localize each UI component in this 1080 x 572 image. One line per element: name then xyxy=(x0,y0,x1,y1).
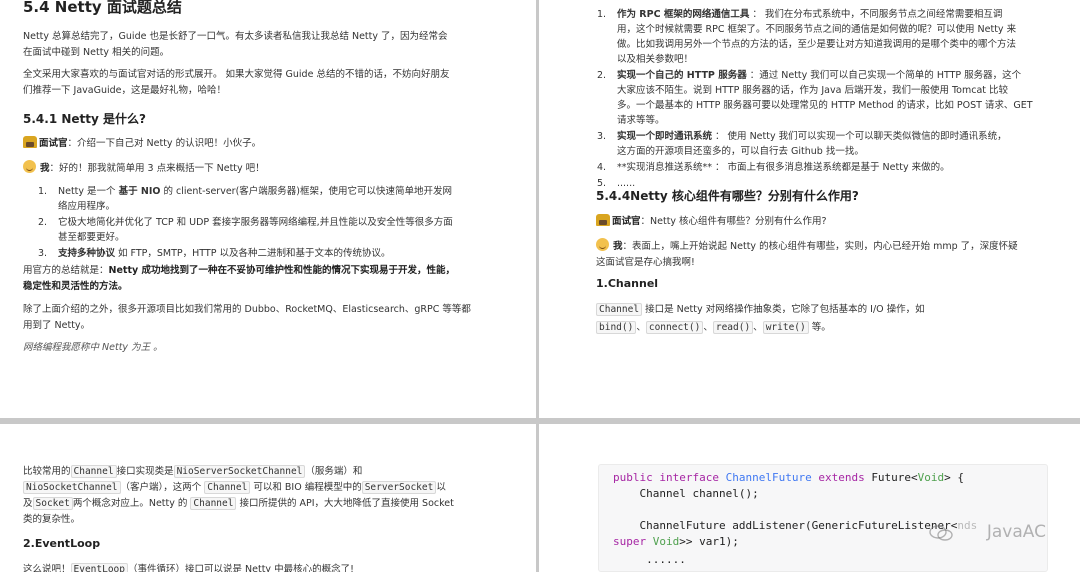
list-item: 2. 实现一个自己的 HTTP 服务器 ：通过 Netty 我们可以自己实现一个… xyxy=(597,70,1033,126)
me-line: 我：好的！那我就简单用 3 点来概括一下 Netty 吧！ xyxy=(23,160,265,177)
wechat-watermark-icon xyxy=(929,525,953,541)
inline-code: Socket xyxy=(32,497,73,510)
watermark-text: JavaAC xyxy=(986,522,1046,542)
interviewer-icon xyxy=(596,214,610,226)
intro-1-line-2: 在面试中碰到 Netty 相关的问题。 xyxy=(23,47,170,58)
inline-code: EventLoop xyxy=(70,563,128,572)
list-item: 1. Netty 是一个 基于 NIO 的 client-server(客户端服… xyxy=(38,186,452,212)
interviewer-line: 面试官：介绍一下自己对 Netty 的认识吧！小伙子。 xyxy=(23,136,261,152)
channel-impl-paragraph: 比较常用的 Channel 接口实现类是 NioServerSocketChannel… xyxy=(23,465,454,525)
page-4: public interface ChannelFuture extends F… xyxy=(539,424,1080,572)
code-line-2: Channel channel(); xyxy=(613,487,759,500)
interviewer-label: 面试官 xyxy=(39,138,68,149)
subsection-eventloop: 2.EventLoop xyxy=(23,537,101,550)
eventloop-paragraph: 这么说吧！ EventLoop （事件循环）接口可以说是 Netty 中最核心的概念… xyxy=(23,562,354,572)
me-text: ：好的！那我就简单用 3 点来概括一下 Netty 吧！ xyxy=(49,163,265,174)
me-label: 我 xyxy=(613,241,623,252)
code-line-5: ...... xyxy=(613,553,686,566)
me-label: 我 xyxy=(40,163,50,174)
italic-note: 网络编程我愿称中 Netty 为王 。 xyxy=(23,342,163,353)
list-item: 4. **实现消息推送系统** ： 市面上有很多消息推送系统都是基于 Netty… xyxy=(597,162,950,173)
inline-code: ServerSocket xyxy=(361,481,437,494)
intro-paragraph-2: 全文采用大家喜欢的与面试官对话的形式展开。 如果大家觉得 Guide 总结的不错… xyxy=(23,67,449,99)
inline-code: NioSocketChannel xyxy=(23,481,121,494)
interviewer-text: ：Netty 核心组件有哪些？分别有什么作用? xyxy=(640,216,827,227)
code-line-4: super Void>> var1); xyxy=(613,535,739,548)
list-item: 3. 支持多种协议 如 FTP，SMTP，HTTP 以及各种二进制和基于文本的传… xyxy=(38,248,391,259)
list-item: 2. 它极大地简化并优化了 TCP 和 UDP 套接字服务器等网络编程,并且性能… xyxy=(38,217,453,243)
inline-code: write() xyxy=(762,321,809,334)
code-block: public interface ChannelFuture extends F… xyxy=(598,464,1048,572)
inline-code: connect() xyxy=(645,321,704,334)
intro-2-line-1: 全文采用大家喜欢的与面试官对话的形式展开。 如果大家觉得 Guide 总结的不错… xyxy=(23,69,450,80)
section-title-core-components: 5.4.4Netty 核心组件有哪些？分别有什么作用? xyxy=(596,189,859,203)
section-title-what-is-netty: 5.4.1 Netty 是什么? xyxy=(23,112,146,126)
inline-code: Channel xyxy=(70,465,117,478)
subsection-channel: 1.Channel xyxy=(596,277,659,290)
code-line-3: ChannelFuture addListener(GenericFutureL… xyxy=(613,519,978,532)
official-summary: 用官方的总结就是：Netty 成功地找到了一种在不妥协可维护性和性能的情况下实现… xyxy=(23,265,455,292)
page-3: 比较常用的 Channel 接口实现类是 NioServerSocketChannel… xyxy=(0,424,536,572)
inline-code: Channel xyxy=(204,481,251,494)
page-2: 1. 作为 RPC 框架的网络通信工具 ： 我们在分布式系统中，不同服务节点之间… xyxy=(539,0,1080,418)
open-source-projects: 除了上面介绍的之外，很多开源项目比如我们常用的 Dubbo、RocketMQ、E… xyxy=(23,304,471,331)
list-item: 1. 作为 RPC 框架的网络通信工具 ： 我们在分布式系统中，不同服务节点之间… xyxy=(597,9,1017,65)
interviewer-label: 面试官 xyxy=(612,216,641,227)
me-icon xyxy=(596,238,609,251)
inline-code: NioServerSocketChannel xyxy=(173,465,306,478)
netty-feature-list: 1. Netty 是一个 基于 NIO 的 client-server(客户端服… xyxy=(26,184,526,262)
channel-description: Channel 接口是 Netty 对网络操作抽象类，它除了包括基本的 I/O … xyxy=(596,302,925,336)
interviewer-line: 面试官：Netty 核心组件有哪些？分别有什么作用? xyxy=(596,214,827,230)
inline-code: read() xyxy=(712,321,754,334)
intro-2-line-2: 们推荐一下 JavaGuide，这是最好礼物，哈哈！ xyxy=(23,85,226,96)
list-item: 3. 实现一个即时通讯系统 ： 使用 Netty 我们可以实现一个可以聊天类似微… xyxy=(597,131,1007,157)
me-line: 我：表面上，嘴上开始说起 Netty 的核心组件有哪些，实则，内心已经开始 mm… xyxy=(596,238,1018,271)
inline-code: Channel xyxy=(596,303,643,316)
intro-paragraph-1: Netty 总算总结完了，Guide 也是长舒了一口气。有太多读者私信我让我总结… xyxy=(23,29,448,61)
inline-code: Channel xyxy=(190,497,237,510)
netty-usage-list: 1. 作为 RPC 框架的网络通信工具 ： 我们在分布式系统中，不同服务节点之间… xyxy=(585,7,1065,192)
me-icon xyxy=(23,160,36,173)
page-title: 5.4 Netty 面试题总结 xyxy=(23,0,182,16)
intro-1-line-1: Netty 总算总结完了，Guide 也是长舒了一口气。有太多读者私信我让我总结… xyxy=(23,31,448,42)
page-1: 5.4 Netty 面试题总结 Netty 总算总结完了，Guide 也是长舒了… xyxy=(0,0,536,418)
interviewer-text: ：介绍一下自己对 Netty 的认识吧！小伙子。 xyxy=(67,138,262,149)
code-line-1: public interface ChannelFuture extends F… xyxy=(613,471,965,484)
inline-code: bind() xyxy=(596,321,637,334)
interviewer-icon xyxy=(23,136,37,148)
